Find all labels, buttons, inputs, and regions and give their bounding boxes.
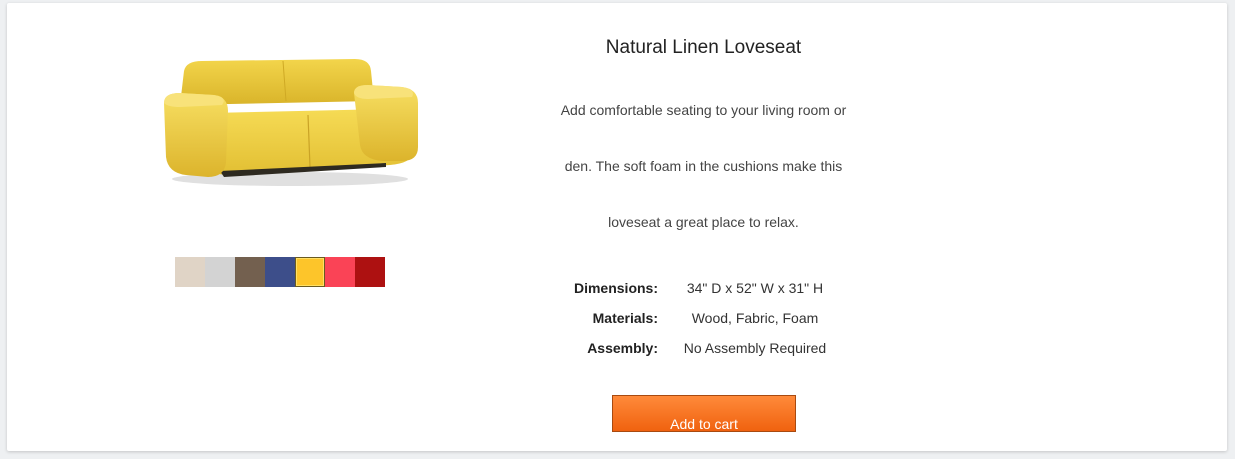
description-line: Add comfortable seating to your living r… bbox=[560, 102, 847, 118]
spec-row-dimensions: Dimensions: 34" D x 52" W x 31" H bbox=[527, 280, 880, 300]
add-to-cart-button[interactable]: Add to cart bbox=[612, 395, 796, 432]
spec-label: Dimensions: bbox=[573, 280, 658, 296]
product-image bbox=[150, 53, 430, 193]
color-swatch-light-gray[interactable] bbox=[205, 257, 235, 287]
color-swatch-yellow[interactable] bbox=[295, 257, 325, 287]
spec-value: Wood, Fabric, Foam bbox=[691, 310, 819, 326]
spec-value: 34" D x 52" W x 31" H bbox=[686, 280, 824, 296]
spec-label: Materials: bbox=[592, 310, 658, 326]
spec-value: No Assembly Required bbox=[683, 340, 827, 356]
color-swatch-beige[interactable] bbox=[175, 257, 205, 287]
loveseat-image bbox=[164, 59, 418, 186]
color-swatch-red[interactable] bbox=[355, 257, 385, 287]
description-line: loveseat a great place to relax. bbox=[608, 214, 799, 230]
color-swatch-brown[interactable] bbox=[235, 257, 265, 287]
spec-row-materials: Materials: Wood, Fabric, Foam bbox=[527, 310, 880, 330]
product-card: Natural Linen Loveseat Add comfortable s… bbox=[7, 3, 1227, 451]
product-title: Natural Linen Loveseat bbox=[605, 37, 802, 58]
color-swatch-navy[interactable] bbox=[265, 257, 295, 287]
color-swatches bbox=[175, 257, 385, 287]
spec-row-assembly: Assembly: No Assembly Required bbox=[527, 340, 880, 360]
color-swatch-pink[interactable] bbox=[325, 257, 355, 287]
spec-label: Assembly: bbox=[587, 340, 658, 356]
description-line: den. The soft foam in the cushions make … bbox=[564, 158, 843, 174]
